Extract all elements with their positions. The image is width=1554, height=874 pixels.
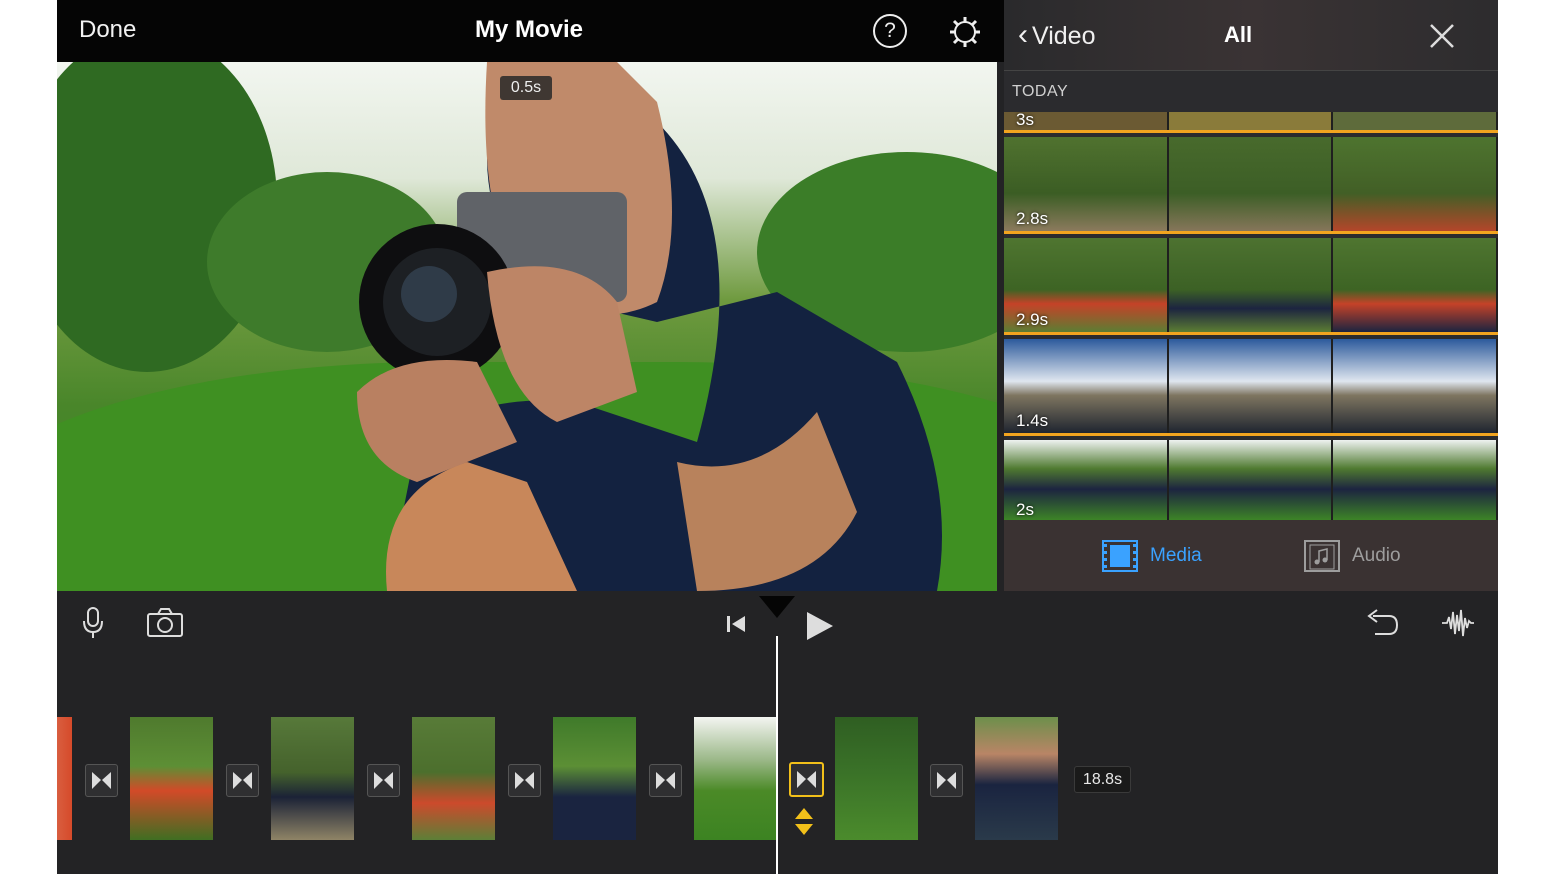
audio-note-icon: [1304, 540, 1340, 572]
clip-frame: [1333, 112, 1498, 130]
clip-frame: [1333, 339, 1498, 433]
browser-header: ‹ Video All: [1004, 0, 1498, 71]
transition-icon[interactable]: [367, 764, 400, 797]
clip-duration: 1.4s: [1016, 411, 1049, 430]
timeline-clip[interactable]: [57, 717, 72, 840]
done-button[interactable]: Done: [79, 16, 136, 44]
total-duration-badge: 18.8s: [1074, 766, 1131, 793]
clip-frame: [1168, 238, 1334, 332]
photographer-figure: [357, 62, 942, 591]
clip-frames: [1004, 112, 1498, 130]
timeline-clip[interactable]: [835, 717, 918, 840]
clip-duration: 2s: [1016, 500, 1034, 519]
tab-media[interactable]: Media: [1102, 538, 1202, 574]
project-title: My Movie: [474, 16, 584, 43]
clip-list: 3s 2.8s 2.9s 1.4s 2s: [1004, 112, 1498, 525]
timeline-clip[interactable]: [130, 717, 213, 840]
transition-icon[interactable]: [508, 764, 541, 797]
chevron-left-icon: ‹: [1018, 18, 1028, 51]
back-label: Video: [1032, 22, 1096, 50]
tab-media-label: Media: [1150, 545, 1202, 566]
undo-icon[interactable]: [1365, 608, 1399, 643]
help-icon[interactable]: ?: [873, 14, 907, 48]
media-film-icon: [1102, 540, 1138, 572]
gear-icon[interactable]: [947, 14, 983, 50]
clip-frame: [1333, 238, 1498, 332]
filter-all[interactable]: All: [1224, 22, 1252, 48]
clip-frame: [1333, 137, 1498, 231]
section-header-today: TODAY: [1012, 83, 1069, 100]
clip-frames: [1004, 137, 1498, 231]
transition-icon[interactable]: [226, 764, 259, 797]
clip-frame: [1333, 440, 1498, 522]
media-clip[interactable]: 3s: [1004, 112, 1498, 133]
clip-frame: [1168, 112, 1334, 130]
media-clip[interactable]: 2.8s: [1004, 137, 1498, 234]
back-video-button[interactable]: ‹ Video: [1018, 18, 1096, 52]
transition-icon[interactable]: [649, 764, 682, 797]
clip-duration: 2.8s: [1016, 209, 1049, 228]
tab-audio-label: Audio: [1352, 545, 1401, 566]
play-icon[interactable]: [805, 610, 835, 647]
clip-frame: [1168, 137, 1334, 231]
transition-icon[interactable]: [85, 764, 118, 797]
media-clip[interactable]: 2.9s: [1004, 238, 1498, 335]
imovie-app: Done My Movie ? 0.5s ‹ Video All TODAY 3…: [57, 0, 1498, 874]
browser-tab-bar: Media Audio: [1004, 520, 1498, 591]
clip-duration: 3s: [1016, 112, 1034, 129]
timeline-clip[interactable]: [412, 717, 495, 840]
media-browser: ‹ Video All TODAY 3s 2.8s 2.9s 1.4s 2s M…: [1004, 0, 1498, 591]
clip-frames: [1004, 339, 1498, 433]
waveform-icon[interactable]: [1441, 608, 1475, 643]
duration-badge: 0.5s: [500, 76, 552, 100]
clip-frames: [1004, 440, 1498, 522]
timeline-clip[interactable]: [694, 717, 777, 840]
transition-duration-arrows-icon[interactable]: [794, 807, 814, 842]
timeline-clip[interactable]: [271, 717, 354, 840]
clip-frames: [1004, 238, 1498, 332]
skip-to-start-icon[interactable]: [725, 614, 747, 639]
media-clip[interactable]: 2s: [1004, 440, 1498, 525]
top-bar: Done My Movie ?: [57, 0, 1005, 62]
close-icon[interactable]: [1428, 22, 1456, 50]
media-clip[interactable]: 1.4s: [1004, 339, 1498, 436]
timeline-clip[interactable]: [553, 717, 636, 840]
timeline-clip[interactable]: [975, 717, 1058, 840]
microphone-icon[interactable]: [81, 606, 105, 645]
video-preview[interactable]: 0.5s: [57, 62, 997, 591]
playhead-line[interactable]: [776, 636, 778, 874]
camera-icon[interactable]: [146, 608, 184, 643]
tab-audio[interactable]: Audio: [1304, 538, 1401, 574]
clip-frame: [1168, 440, 1334, 522]
transition-icon-selected[interactable]: [789, 762, 824, 797]
clip-duration: 2.9s: [1016, 310, 1049, 329]
transition-icon[interactable]: [930, 764, 963, 797]
clip-frame: [1168, 339, 1334, 433]
